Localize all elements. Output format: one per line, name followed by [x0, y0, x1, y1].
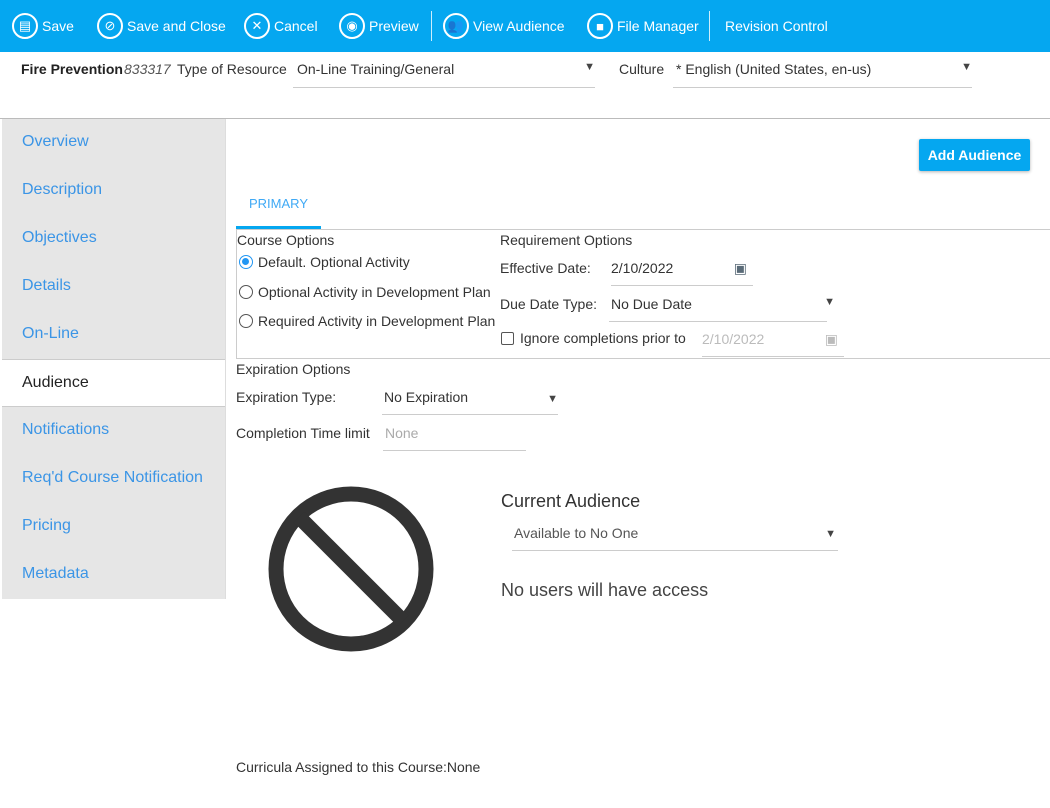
checkbox-icon [501, 331, 514, 345]
ignore-completions-checkbox[interactable]: Ignore completions prior to [501, 330, 686, 346]
requirement-options-title: Requirement Options [500, 232, 633, 248]
radio-label: Optional Activity in Development Plan [258, 284, 491, 300]
radio-icon [239, 285, 253, 299]
save-close-icon: ⊘ [97, 13, 123, 39]
save-close-label: Save and Close [127, 18, 226, 34]
radio-icon [239, 314, 253, 328]
revision-control-button[interactable]: Revision Control [725, 12, 828, 40]
file-manager-button[interactable]: ■ File Manager [587, 12, 699, 40]
caret-down-icon: ▼ [584, 61, 595, 73]
sidebar-item-overview[interactable]: Overview [2, 119, 225, 167]
effective-date-label: Effective Date: [500, 260, 591, 276]
sidebar-item-notifications[interactable]: Notifications [2, 407, 225, 455]
cancel-button[interactable]: ✕ Cancel [244, 12, 318, 40]
current-audience-value: Available to No One [514, 525, 639, 541]
save-label: Save [42, 18, 74, 34]
tab-primary[interactable]: PRIMARY [236, 196, 321, 229]
culture-select[interactable]: * English (United States, en-us) ▼ [673, 61, 972, 88]
ignore-date-value: 2/10/2022 [702, 331, 765, 347]
view-audience-button[interactable]: 👥 View Audience [443, 12, 565, 40]
caret-down-icon: ▼ [547, 393, 558, 405]
divider [431, 11, 432, 41]
save-and-close-button[interactable]: ⊘ Save and Close [97, 12, 226, 40]
preview-button[interactable]: ◉ Preview [339, 12, 419, 40]
resource-title: Fire Prevention [21, 61, 123, 77]
due-date-type-select[interactable]: No Due Date ▼ [609, 288, 835, 322]
expiration-type-value: No Expiration [384, 389, 469, 405]
calendar-icon: ▣ [824, 331, 838, 347]
preview-icon: ◉ [339, 13, 365, 39]
expiration-options-title: Expiration Options [236, 361, 351, 377]
sidebar-item-audience[interactable]: Audience [2, 359, 225, 407]
add-audience-button[interactable]: Add Audience [919, 139, 1030, 171]
close-icon: ✕ [244, 13, 270, 39]
due-date-type-label: Due Date Type: [500, 296, 598, 312]
sidebar-item-online[interactable]: On-Line [2, 311, 225, 359]
expiration-type-label: Expiration Type: [236, 389, 337, 405]
expiration-type-select[interactable]: No Expiration ▼ [382, 381, 558, 415]
no-access-icon [268, 486, 434, 652]
sidebar: Overview Description Objectives Details … [2, 119, 226, 599]
no-access-message: No users will have access [501, 580, 709, 600]
sidebar-item-metadata[interactable]: Metadata [2, 551, 225, 599]
divider [709, 11, 710, 41]
culture-label: Culture [619, 61, 665, 77]
ignore-date-input[interactable]: 2/10/2022 ▣ [702, 323, 844, 357]
due-date-type-value: No Due Date [611, 296, 692, 312]
effective-date-value: 2/10/2022 [611, 260, 674, 276]
caret-down-icon: ▼ [825, 528, 836, 540]
current-audience-title: Current Audience [501, 491, 641, 511]
sidebar-item-objectives[interactable]: Objectives [2, 215, 225, 263]
current-audience-select[interactable]: Available to No One ▼ [512, 517, 838, 551]
completion-time-limit-label: Completion Time limit [236, 425, 370, 441]
caret-down-icon: ▼ [824, 296, 835, 308]
calendar-icon[interactable]: ▣ [734, 260, 753, 285]
radio-optional-dev-plan[interactable]: Optional Activity in Development Plan [239, 284, 491, 300]
culture-value: * English (United States, en-us) [676, 61, 872, 77]
cancel-label: Cancel [274, 18, 318, 34]
radio-icon [239, 255, 253, 269]
sidebar-item-details[interactable]: Details [2, 263, 225, 311]
view-audience-label: View Audience [473, 18, 565, 34]
revision-control-label: Revision Control [725, 18, 828, 34]
caret-down-icon: ▼ [961, 61, 972, 73]
radio-label: Default. Optional Activity [258, 254, 410, 270]
sidebar-item-description[interactable]: Description [2, 167, 225, 215]
completion-time-limit-input[interactable]: None [383, 417, 526, 451]
resource-id: 833317 [124, 61, 171, 77]
save-button[interactable]: ▤ Save [12, 12, 74, 40]
type-label: Type of Resource [177, 61, 287, 77]
radio-label: Required Activity in Development Plan [258, 313, 496, 329]
preview-label: Preview [369, 18, 419, 34]
save-icon: ▤ [12, 13, 38, 39]
type-value: On-Line Training/General [297, 61, 455, 77]
radio-required-dev-plan[interactable]: Required Activity in Development Plan [239, 313, 495, 329]
type-select[interactable]: On-Line Training/General ▼ [293, 61, 595, 88]
sidebar-item-pricing[interactable]: Pricing [2, 503, 225, 551]
file-manager-label: File Manager [617, 18, 699, 34]
sidebar-item-reqd-course-notification[interactable]: Req'd Course Notification [2, 455, 225, 503]
ignore-completions-label: Ignore completions prior to [520, 330, 686, 346]
folder-icon: ■ [587, 13, 613, 39]
curricula-assigned: Curricula Assigned to this Course:None [236, 759, 481, 775]
effective-date-input[interactable]: 2/10/2022 ▣ [611, 252, 753, 286]
radio-default-optional[interactable]: Default. Optional Activity [239, 254, 410, 270]
toolbar: ▤ Save ⊘ Save and Close ✕ Cancel ◉ Preview 👥… [0, 0, 1050, 52]
course-options-title: Course Options [237, 232, 335, 248]
users-icon: 👥 [443, 13, 469, 39]
